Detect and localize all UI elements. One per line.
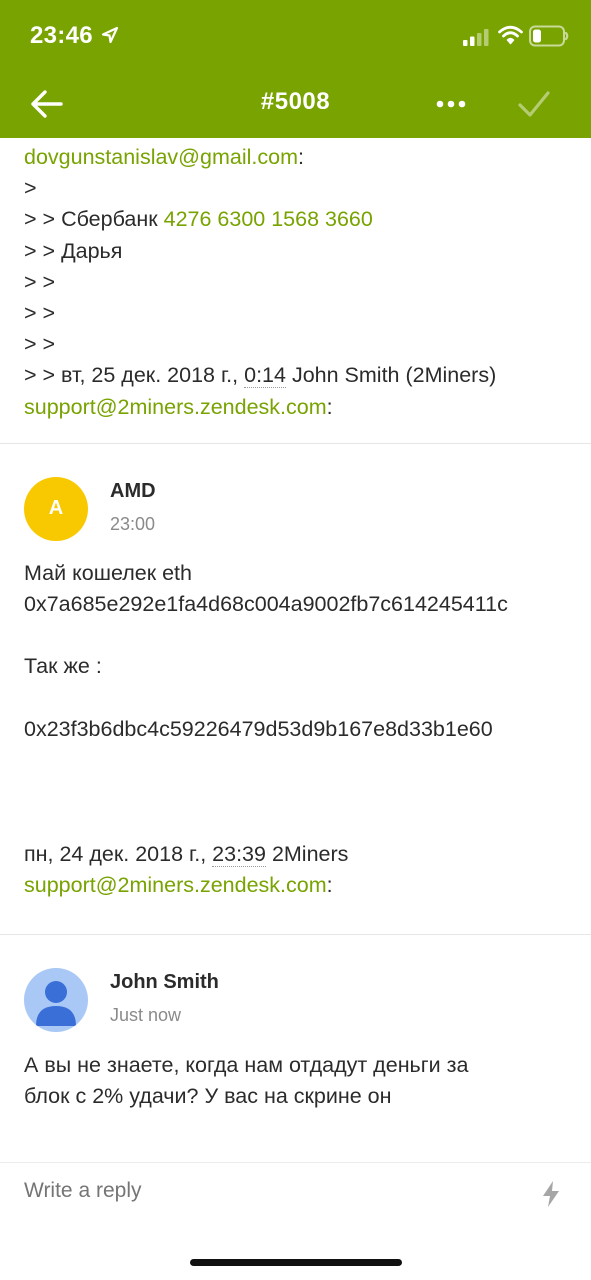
comment-line: А вы не знаете, когда нам отдадут деньги…: [24, 1052, 469, 1077]
quote-date-line: > > вт, 25 дек. 2018 г., 0:14 John Smith…: [24, 363, 497, 389]
more-options-icon[interactable]: [434, 92, 468, 116]
comment-time: 23:00: [110, 513, 156, 534]
comment-amd: A AMD 23:00 Май кошелек eth 0x7a685e292e…: [0, 444, 591, 934]
wallet-address: 0x23f3b6dbc4c59226479d53d9b167e8d33b1e60: [24, 716, 493, 741]
cellular-signal-icon: [463, 29, 489, 46]
comment-line: [0, 620, 591, 651]
quoted-reply-header: пн, 24 дек. 2018 г., 23:39 2Miners suppo…: [0, 839, 591, 901]
quote-date-line: пн, 24 дек. 2018 г., 23:39 2Miners: [24, 841, 349, 867]
quote-line: >: [24, 176, 37, 201]
comment-line: [0, 683, 591, 714]
quote-line: > >: [24, 332, 56, 357]
quote-line-name: > > Дарья: [24, 238, 123, 263]
status-bar: 23:46: [0, 0, 591, 72]
battery-icon: [529, 25, 569, 47]
location-arrow-icon: [101, 26, 119, 44]
comment-line: Так же :: [24, 654, 102, 679]
email-link[interactable]: dovgunstanislav@gmail.com: [24, 145, 298, 169]
ticket-conversation: dovgunstanislav@gmail.com: > > > Сбербан…: [0, 138, 591, 1141]
quote-support-line: support@2miners.zendesk.com:: [24, 873, 333, 898]
quote-support-line: support@2miners.zendesk.com:: [24, 394, 333, 419]
quote-line-bank: > > Сбербанк 4276 6300 1568 3660: [24, 207, 373, 232]
support-email-link[interactable]: support@2miners.zendesk.com: [24, 873, 327, 897]
avatar: [24, 967, 88, 1032]
quote-line: > >: [24, 269, 56, 294]
reply-input[interactable]: [24, 1179, 504, 1203]
avatar: A: [24, 476, 88, 541]
macro-bolt-icon[interactable]: [539, 1179, 563, 1209]
status-time: 23:46: [30, 22, 93, 49]
wifi-icon: [498, 25, 523, 45]
user-silhouette-icon: [36, 980, 76, 1026]
submit-check-icon[interactable]: [516, 88, 552, 120]
comment-author: John Smith: [110, 970, 219, 993]
card-number-link[interactable]: 4276 6300 1568 3660: [164, 207, 373, 231]
quoted-email-line: dovgunstanislav@gmail.com:: [24, 145, 304, 169]
comment-line: блок с 2% удачи? У вас на скрине он: [24, 1084, 392, 1109]
quote-line: > >: [24, 301, 56, 326]
wallet-address: 0x7a685e292e1fa4d68c004a9002fb7c61424541…: [24, 592, 508, 617]
app-header: 23:46 #5008: [0, 0, 591, 138]
support-email-link[interactable]: support@2miners.zendesk.com: [24, 395, 327, 419]
comment-author: AMD: [110, 479, 156, 502]
reply-bar: [0, 1162, 591, 1220]
comment-body: А вы не знаете, когда нам отдадут деньги…: [0, 1050, 591, 1112]
comment-john-smith: John Smith Just now А вы не знаете, когд…: [0, 935, 591, 1141]
comment-line: Май кошелек eth: [24, 560, 192, 585]
quoted-message-block: dovgunstanislav@gmail.com: > > > Сбербан…: [0, 138, 591, 423]
comment-time: Just now: [110, 1004, 182, 1025]
home-indicator: [190, 1259, 402, 1266]
comment-body: Май кошелек eth 0x7a685e292e1fa4d68c004a…: [0, 558, 591, 745]
ticket-number-title: #5008: [260, 88, 331, 115]
